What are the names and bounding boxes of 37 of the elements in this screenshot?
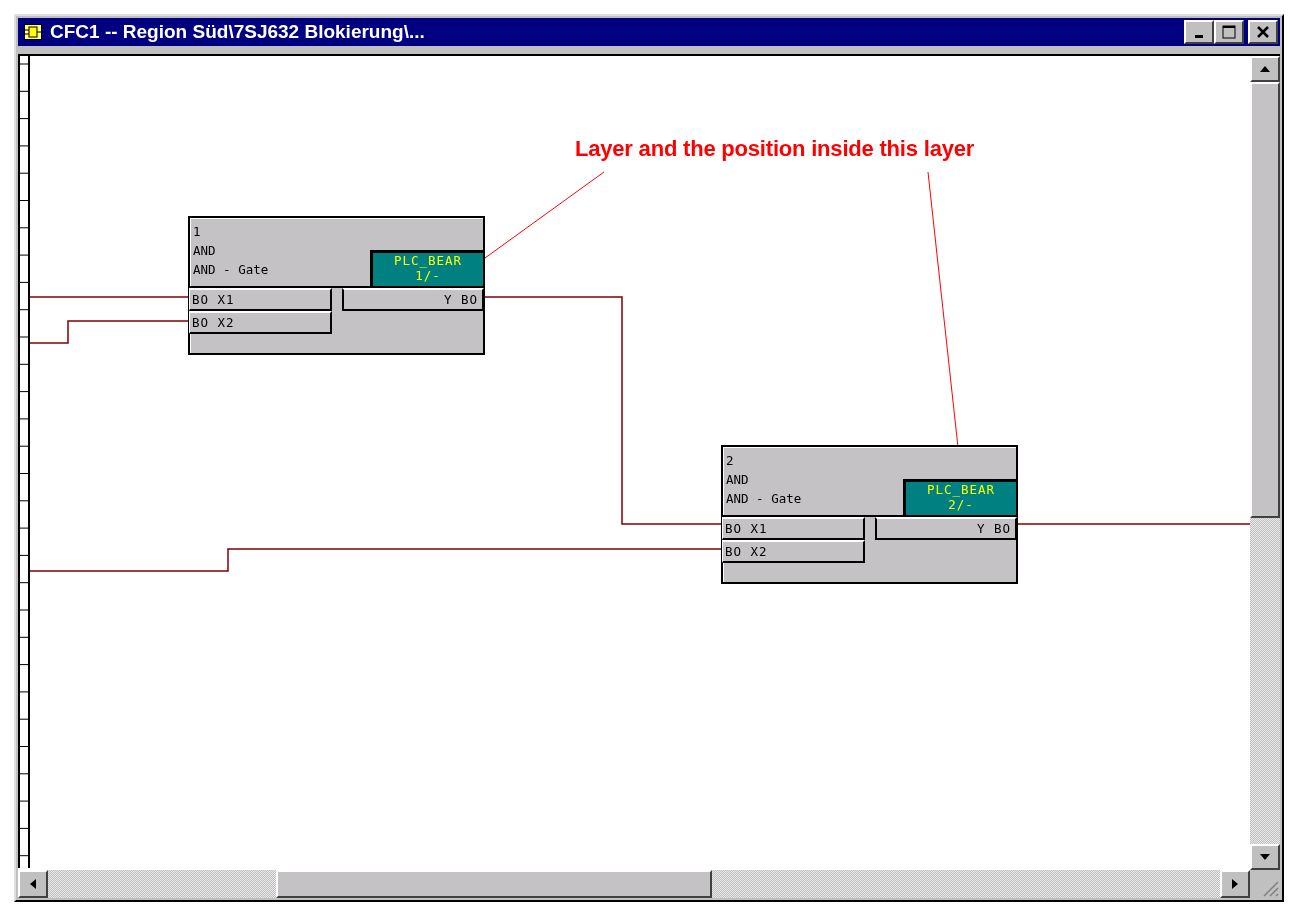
layer-label: PLC_BEAR 2/-: [903, 479, 1016, 515]
block-diagram-icon: [24, 24, 42, 40]
output-pin[interactable]: Y BO: [875, 517, 1017, 540]
maximize-icon: [1222, 25, 1236, 39]
block-description: AND - Gate: [726, 490, 803, 508]
block-type: AND: [193, 242, 217, 260]
minimize-icon: [1195, 35, 1203, 38]
maximize-button[interactable]: [1214, 20, 1244, 44]
vertical-scrollbar[interactable]: [1250, 56, 1280, 870]
block-number: 1: [193, 223, 202, 241]
close-button[interactable]: [1248, 20, 1278, 44]
scroll-right-button[interactable]: [1220, 870, 1250, 898]
close-icon: [1256, 25, 1270, 39]
output-pin[interactable]: Y BO: [342, 288, 484, 311]
function-block[interactable]: 2 AND AND - Gate PLC_BEAR 2/- BO X1 BO X2 Y BO: [721, 445, 1018, 584]
input-pin[interactable]: BO X2: [189, 311, 332, 334]
block-type: AND: [726, 471, 750, 489]
down-triangle-icon: [1260, 854, 1270, 860]
scrollbar-thumb[interactable]: [1250, 82, 1280, 518]
input-pin[interactable]: BO X1: [722, 517, 865, 540]
input-pin[interactable]: BO X1: [189, 288, 332, 311]
minimize-button[interactable]: [1184, 20, 1214, 44]
right-triangle-icon: [1232, 879, 1238, 889]
annotation-text: Layer and the position inside this layer: [575, 136, 975, 162]
layer-label: PLC_BEAR 1/-: [370, 250, 483, 286]
block-description: AND - Gate: [193, 261, 270, 279]
scroll-left-button[interactable]: [18, 870, 48, 898]
left-triangle-icon: [30, 879, 36, 889]
horizontal-scrollbar[interactable]: [18, 870, 1250, 898]
scroll-down-button[interactable]: [1250, 844, 1280, 870]
up-triangle-icon: [1260, 66, 1270, 72]
scrollbar-thumb[interactable]: [276, 870, 712, 898]
function-block[interactable]: 1 AND AND - Gate PLC_BEAR 1/- BO X1 BO X2 Y BO: [188, 216, 485, 355]
input-pin[interactable]: BO X2: [722, 540, 865, 563]
scroll-up-button[interactable]: [1250, 56, 1280, 82]
window-title: CFC1 -- Region Süd\7SJ632 Blokierung\...: [50, 21, 425, 43]
block-number: 2: [726, 452, 735, 470]
